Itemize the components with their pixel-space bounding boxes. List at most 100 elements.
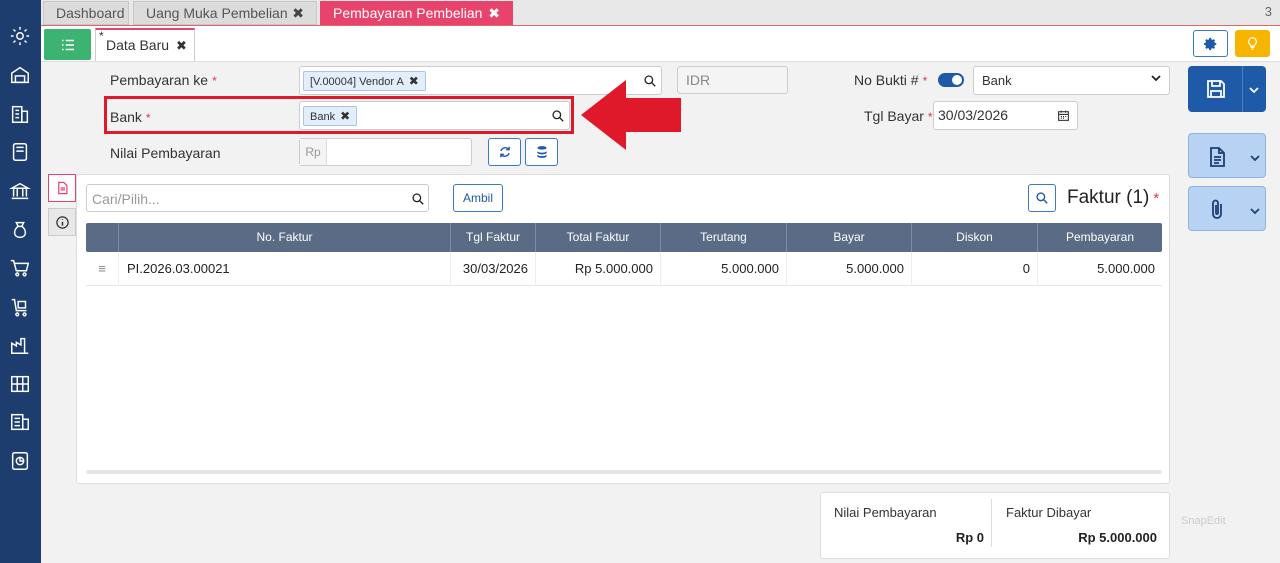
- no-bukti-toggle[interactable]: [938, 73, 964, 87]
- info-icon: [56, 216, 69, 229]
- tgl-bayar-input[interactable]: 30/03/2026: [933, 101, 1078, 130]
- column-header[interactable]: Bayar: [786, 223, 911, 252]
- chevron-down-icon[interactable]: [1250, 153, 1260, 163]
- column-header[interactable]: No. Faktur: [118, 223, 450, 252]
- tips-button[interactable]: [1235, 30, 1270, 57]
- payment-form: Pembayaran ke * [V.00004] Vendor A ✖ IDR B…: [41, 62, 1280, 563]
- list-view-button[interactable]: [44, 29, 91, 60]
- cell-tgl-faktur: 30/03/2026: [450, 252, 535, 286]
- tablet-icon[interactable]: [6, 138, 34, 166]
- cell-pembayaran: 5.000.000: [1037, 252, 1162, 286]
- column-header[interactable]: Terutang: [660, 223, 786, 252]
- cell-terutang: 5.000.000: [660, 252, 786, 286]
- faktur-title: Faktur (1) *: [1067, 187, 1160, 208]
- cell-diskon: 0: [911, 252, 1037, 286]
- watermark: SnapEdit: [1181, 515, 1226, 527]
- document-icon: [58, 181, 68, 195]
- cart-icon[interactable]: [6, 254, 34, 282]
- settings-button[interactable]: [1193, 30, 1228, 57]
- info-tab[interactable]: [48, 208, 76, 236]
- search-icon: [1036, 192, 1048, 204]
- gear-icon: [1203, 37, 1216, 50]
- faktur-panel: Cari/Pilih... Ambil Faktur (1) * No. Fakt…: [76, 174, 1170, 484]
- gear-icon[interactable]: [6, 22, 34, 50]
- document-menu-button[interactable]: [1188, 133, 1266, 178]
- chevron-down-icon[interactable]: [1249, 85, 1259, 95]
- pembayaran-ke-label: Pembayaran ke *: [110, 72, 217, 88]
- ambil-button[interactable]: Ambil: [453, 184, 503, 212]
- paperclip-icon: [1212, 199, 1222, 219]
- database-icon: [536, 146, 547, 158]
- tab-data-baru[interactable]: * Data Baru ✖: [95, 28, 195, 61]
- column-header[interactable]: Total Faktur: [535, 223, 660, 252]
- search-icon[interactable]: [411, 192, 425, 206]
- drag-handle-icon[interactable]: ≡: [86, 252, 118, 286]
- tab-label: Data Baru: [106, 37, 170, 53]
- nilai-pembayaran-input[interactable]: Rp: [299, 138, 472, 166]
- column-header[interactable]: Tgl Faktur: [450, 223, 535, 252]
- attachment-button[interactable]: [1188, 186, 1266, 231]
- cell-no-faktur: PI.2026.03.00021: [118, 252, 450, 286]
- nilai-pembayaran-label: Nilai Pembayaran: [110, 145, 221, 161]
- cell-total-faktur: Rp 5.000.000: [535, 252, 660, 286]
- pointer-arrow-icon: [581, 80, 681, 150]
- tab-dashboard[interactable]: Dashboard: [43, 1, 129, 25]
- vendor-chip: [V.00004] Vendor A ✖: [303, 71, 426, 91]
- tab-pembayaran-pembelian[interactable]: Pembayaran Pembelian ✖: [320, 1, 513, 25]
- tab-label: Dashboard: [56, 5, 125, 21]
- currency-field: IDR: [677, 66, 788, 94]
- document-icon: [1210, 147, 1225, 167]
- table-row[interactable]: ≡ PI.2026.03.00021 30/03/2026 Rp 5.000.0…: [86, 252, 1162, 286]
- close-icon[interactable]: ✖: [488, 2, 500, 24]
- currency-prefix: Rp: [300, 139, 327, 165]
- tax-icon[interactable]: [6, 408, 34, 436]
- close-icon[interactable]: ✖: [292, 2, 304, 24]
- summary-faktur-label: Faktur Dibayar: [1006, 505, 1092, 520]
- no-bukti-select[interactable]: Bank: [973, 66, 1170, 95]
- search-placeholder: Cari/Pilih...: [92, 191, 160, 207]
- chevron-down-icon: [1151, 75, 1161, 82]
- lightbulb-icon: [1248, 37, 1257, 50]
- tab-bar: Dashboard Uang Muka Pembelian ✖ Pembayar…: [41, 0, 1280, 26]
- save-button[interactable]: [1188, 66, 1266, 112]
- close-icon[interactable]: ✖: [176, 38, 187, 54]
- summary-nilai-label: Nilai Pembayaran: [834, 505, 937, 520]
- summary-box: Nilai Pembayaran Rp 0 Faktur Dibayar Rp …: [820, 492, 1170, 559]
- shelves-icon[interactable]: [6, 370, 34, 398]
- building-icon[interactable]: [6, 100, 34, 128]
- chevron-down-icon[interactable]: [1250, 206, 1260, 216]
- stack-button[interactable]: [525, 138, 558, 166]
- report-icon[interactable]: [6, 447, 34, 475]
- cell-bayar: 5.000.000: [786, 252, 911, 286]
- save-icon: [1207, 80, 1225, 98]
- form-toolbar: * Data Baru ✖: [41, 26, 1280, 62]
- cart-box-icon[interactable]: [6, 293, 34, 321]
- tab-uang-muka-pembelian[interactable]: Uang Muka Pembelian ✖: [133, 1, 317, 25]
- recalculate-button[interactable]: [488, 138, 521, 166]
- list-icon: [61, 39, 74, 50]
- column-header[interactable]: Diskon: [911, 223, 1037, 252]
- calendar-icon[interactable]: [1057, 109, 1070, 122]
- sidebar: [0, 0, 41, 563]
- bank-icon[interactable]: [6, 177, 34, 205]
- tab-label: Uang Muka Pembelian: [146, 5, 288, 21]
- refresh-icon: [499, 146, 510, 158]
- tgl-bayar-label: Tgl Bayar *: [864, 108, 933, 124]
- summary-faktur-value: Rp 5.000.000: [1078, 530, 1157, 545]
- detail-tab[interactable]: [48, 174, 76, 202]
- faktur-search-input[interactable]: Cari/Pilih...: [86, 184, 429, 212]
- modified-indicator: *: [99, 29, 104, 43]
- bank-field-highlight: [104, 96, 574, 134]
- summary-nilai-value: Rp 0: [955, 530, 984, 545]
- faktur-search-button[interactable]: [1028, 184, 1056, 212]
- warehouse-icon[interactable]: [6, 61, 34, 89]
- horizontal-scrollbar[interactable]: [86, 470, 1162, 474]
- column-header[interactable]: Pembayaran: [1037, 223, 1162, 252]
- tab-label: Pembayaran Pembelian: [333, 5, 483, 21]
- table-header: No. Faktur Tgl Faktur Total Faktur Terut…: [86, 223, 1162, 252]
- money-bag-icon[interactable]: [6, 216, 34, 244]
- remove-chip-icon[interactable]: ✖: [409, 74, 419, 88]
- no-bukti-label: No Bukti # *: [854, 72, 928, 88]
- factory-icon[interactable]: [6, 331, 34, 359]
- tab-count[interactable]: 3: [1265, 4, 1272, 19]
